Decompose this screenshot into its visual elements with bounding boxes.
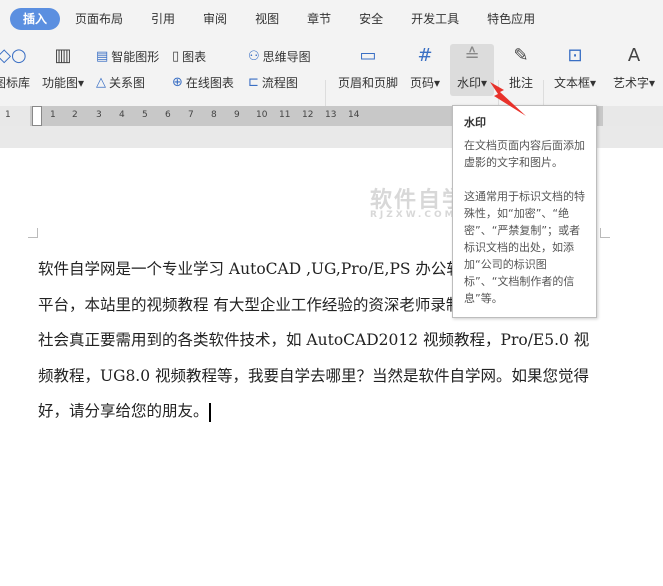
comment-icon: ✎ bbox=[513, 45, 529, 66]
watermark-icon: ≙ bbox=[464, 45, 480, 66]
tab-developer[interactable]: 开发工具 bbox=[398, 8, 472, 30]
watermark-tooltip: 水印 在文档页面内容后面添加虚影的文字和图片。 这通常用于标识文档的特殊性，如“… bbox=[452, 105, 597, 318]
bar-chart-icon: ▯ bbox=[172, 49, 180, 64]
function-chart-button[interactable]: ▥ 功能图▾ bbox=[40, 44, 86, 91]
indent-marker[interactable] bbox=[32, 106, 42, 126]
tab-page-layout[interactable]: 页面布局 bbox=[62, 8, 136, 30]
barcode-icon: ▥ bbox=[54, 45, 72, 66]
chart-button[interactable]: ▯ 图表 bbox=[172, 48, 206, 65]
tab-insert[interactable]: 插入 bbox=[10, 8, 61, 30]
text-cursor bbox=[208, 402, 211, 422]
ribbon-toolbar: ◇○图标库 ▥功能图▾ ▤智能图形 ▯图表 ⚇思维导图 △关系图 ⊕在线图表 ⊏… bbox=[0, 38, 663, 135]
relation-icon: △ bbox=[96, 75, 106, 90]
arrow-shape bbox=[490, 82, 526, 116]
mind-map-icon: ⚇ bbox=[248, 49, 260, 64]
page-number-icon: # bbox=[417, 45, 433, 66]
flowchart-icon: ⊏ bbox=[248, 75, 259, 90]
mind-map-button[interactable]: ⚇ 思维导图 bbox=[248, 48, 311, 65]
ribbon-tabs: 插入 页面布局 引用 审阅 视图 章节 安全 开发工具 特色应用 bbox=[0, 0, 663, 38]
smart-shape-icon: ▤ bbox=[96, 49, 109, 64]
page-number-button[interactable]: # 页码▾ bbox=[405, 44, 445, 91]
tab-security[interactable]: 安全 bbox=[346, 8, 396, 30]
header-footer-icon: ▭ bbox=[359, 45, 377, 66]
shapes-icon: ◇○ bbox=[0, 45, 27, 66]
wordart-icon: A bbox=[627, 45, 641, 66]
tab-references[interactable]: 引用 bbox=[138, 8, 188, 30]
textbox-icon: ⊡ bbox=[567, 45, 583, 66]
textbox-button[interactable]: ⊡ 文本框▾ bbox=[550, 44, 600, 91]
flowchart-button[interactable]: ⊏ 流程图 bbox=[248, 74, 298, 91]
online-chart-icon: ⊕ bbox=[172, 75, 183, 90]
red-arrow-annotation bbox=[490, 82, 526, 116]
smart-shape-button[interactable]: ▤ 智能图形 bbox=[96, 48, 159, 65]
tab-review[interactable]: 审阅 bbox=[190, 8, 240, 30]
online-chart-button[interactable]: ⊕ 在线图表 bbox=[172, 74, 234, 91]
tab-special[interactable]: 特色应用 bbox=[474, 8, 548, 30]
icon-library-button[interactable]: ◇○图标库 bbox=[0, 44, 32, 91]
relation-button[interactable]: △ 关系图 bbox=[96, 74, 145, 91]
tab-chapter[interactable]: 章节 bbox=[294, 8, 344, 30]
tab-view[interactable]: 视图 bbox=[242, 8, 292, 30]
wordart-button[interactable]: A 艺术字▾ bbox=[606, 44, 662, 91]
header-footer-button[interactable]: ▭ 页眉和页脚 bbox=[335, 44, 401, 91]
